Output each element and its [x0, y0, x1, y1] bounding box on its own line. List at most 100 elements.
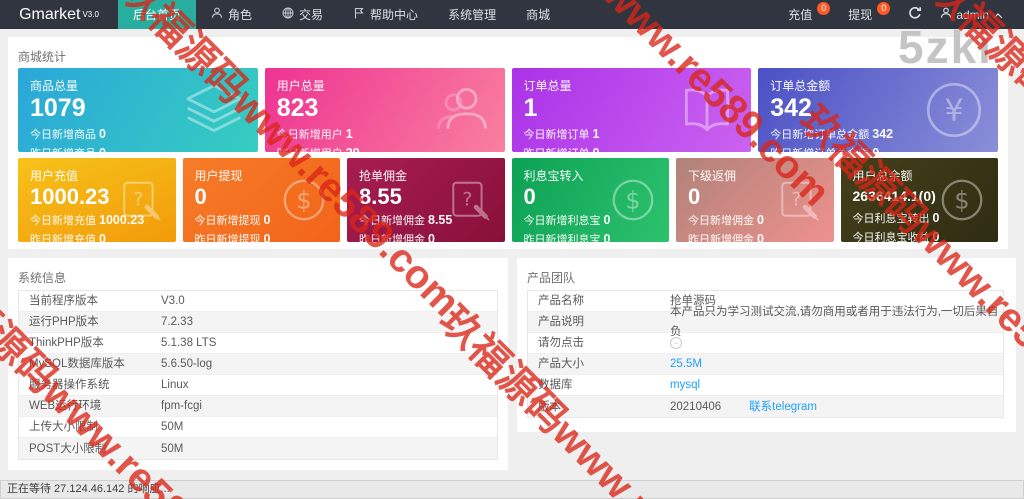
section-title-product-team: 产品团队 — [527, 271, 576, 285]
svg-text:¥: ¥ — [944, 94, 963, 129]
stats-row-1: 商品总量 1079 今日新增商品0 昨日新增商品0 用户总量 823 今日新增用… — [18, 68, 998, 152]
info-label: 产品说明 — [538, 316, 584, 328]
nav-item-label: 角色 — [228, 8, 253, 22]
withdraw-button[interactable]: 提现 0 — [839, 0, 899, 29]
navbar-right: 充值 0 提现 0 admin — [779, 0, 1024, 29]
circle-minus-icon[interactable]: − — [670, 336, 682, 349]
info-label: 数据库 — [538, 379, 573, 391]
card-line-value: 0 — [757, 232, 764, 242]
table-row: 版本 20210406 联系telegram — [528, 396, 1003, 417]
table-row: 运行PHP版本 7.2.33 — [19, 312, 497, 333]
book-icon — [677, 80, 737, 140]
system-info-table: 当前程序版本 V3.0 运行PHP版本 7.2.33 ThinkPHP版本 5.1.3… — [18, 290, 498, 460]
refresh-icon — [908, 6, 922, 23]
info-value: 20210406 联系telegram — [670, 397, 1003, 417]
card-line-label: 昨日新增商品 — [30, 148, 96, 153]
card-line-label: 昨日新增订单 — [524, 148, 590, 153]
card-line-label: 昨日新增佣金 — [359, 234, 425, 242]
stat-card-user-withdraw: 用户提现 0 今日新增提现 0 昨日新增提现 0 $ — [182, 158, 340, 242]
browser-status-bar: 正在等待 27.124.46.142 的响应... — [0, 480, 1024, 499]
info-label: MySQL数据库版本 — [29, 358, 125, 370]
database-link[interactable]: mysql — [670, 375, 1003, 395]
stat-card-user-total-balance: 用户总余额 2636414.1(0) 今日利息宝转出 0 今日利息宝收益 0 $ — [840, 158, 998, 242]
table-row: 产品说明 本产品只为学习测试交流,请勿商用或者用于违法行为,一切后果自负 — [528, 306, 1003, 338]
dollar-circle-icon: $ — [611, 178, 655, 222]
nav-item-trade[interactable]: 交易 — [267, 0, 338, 29]
nav-item-dashboard[interactable]: 后台首页 — [118, 0, 197, 29]
user-menu[interactable]: admin — [931, 0, 1012, 29]
info-value: fpm-fcgi — [161, 400, 202, 412]
yen-circle-icon: ¥ — [924, 80, 984, 140]
nav-item-label: 系统管理 — [448, 8, 497, 22]
product-size-link[interactable]: 25.5M — [670, 354, 1003, 374]
card-line-label: 昨日新增充值 — [30, 234, 96, 242]
info-value: 5.1.38 LTS — [161, 337, 217, 349]
card-line-value: 0 — [603, 213, 611, 228]
card-line-label: 昨日新增利息宝 — [523, 234, 601, 242]
card-line-value: 0 — [99, 126, 106, 141]
card-line-label: 今日新增商品 — [30, 128, 96, 141]
username-label: admin — [956, 7, 989, 22]
card-line-value: 0 — [603, 232, 611, 242]
card-line-label: 昨日新增提现 — [194, 234, 261, 242]
table-row: 服务器操作系统 Linux — [19, 375, 497, 396]
card-line-value: 0 — [263, 213, 271, 228]
user-icon — [211, 7, 223, 22]
stat-card-interest-treasure-in: 利息宝转入 0 今日新增利息宝 0 昨日新增利息宝 0 $ — [511, 158, 669, 242]
info-label: 版本 — [538, 400, 561, 413]
table-row: 当前程序版本 V3.0 — [19, 291, 497, 312]
recharge-label: 充值 — [788, 8, 813, 22]
stat-card-goods-total: 商品总量 1079 今日新增商品0 昨日新增商品0 — [18, 68, 258, 152]
info-value: 50M — [161, 442, 184, 455]
stat-card-orders-total: 订单总量 1 今日新增订单1 昨日新增订单0 — [511, 68, 752, 153]
svg-text:$: $ — [296, 186, 311, 214]
info-label: 运行PHP版本 — [29, 316, 99, 328]
nav-item-help-center[interactable]: 帮助中心 — [338, 0, 433, 29]
system-info-panel: 系统信息 当前程序版本 V3.0 运行PHP版本 7.2.33 ThinkPHP版本… — [8, 258, 508, 470]
dollar-circle-icon: $ — [940, 178, 984, 222]
question-note-icon: ? — [118, 178, 162, 222]
card-line-label: 今日利息宝收益 — [852, 232, 930, 242]
nav-item-mall[interactable]: 商城 — [511, 0, 565, 29]
card-line-label: 今日新增佣金 — [688, 215, 754, 228]
svg-text:?: ? — [791, 190, 801, 211]
info-label: ThinkPHP版本 — [29, 337, 104, 349]
product-team-panel: 产品团队 产品名称 抢单源码 产品说明 本产品只为学习测试交流,请勿商用或者用于违法… — [517, 258, 1016, 432]
card-line-value: 0 — [872, 146, 879, 153]
card-line-label: 今日新增充值 — [30, 215, 96, 228]
info-label: 产品大小 — [538, 358, 584, 370]
table-row: MySQL数据库版本 5.6.50-log — [19, 354, 497, 375]
table-row: POST大小限制 50M — [19, 438, 497, 459]
stat-card-order-amount-total: 订单总金额 342 今日新增订单总金额342 昨日新增订单总金额0 ¥ — [758, 68, 998, 152]
table-row: 产品大小 25.5M — [528, 354, 1003, 375]
card-line-value: 342 — [872, 126, 894, 141]
card-line-value: 0 — [757, 213, 764, 228]
card-line-label: 今日新增利息宝 — [523, 215, 601, 228]
info-label: 当前程序版本 — [29, 295, 98, 307]
info-value: 7.2.33 — [161, 316, 193, 328]
nav-item-system-management[interactable]: 系统管理 — [433, 0, 511, 29]
users-icon — [431, 80, 491, 140]
app-logo-text: Gmarket — [19, 5, 81, 23]
card-line-value: 0 — [932, 211, 940, 226]
card-line-value: 1 — [592, 126, 600, 141]
nav-item-roles[interactable]: 角色 — [196, 0, 267, 29]
info-value: Linux — [161, 379, 189, 391]
stat-card-order-commission: 抢单佣金 8.55 今日新增佣金 8.55 昨日新增佣金 0 ? — [347, 158, 505, 242]
dollar-circle-icon: $ — [282, 178, 326, 222]
table-row: WEB运行环境 fpm-fcgi — [19, 396, 497, 417]
card-line-value: 1 — [345, 126, 353, 141]
question-note-icon: ? — [776, 178, 820, 222]
info-value: 5.6.50-log — [161, 358, 213, 370]
flag-icon — [353, 7, 365, 22]
svg-text:?: ? — [133, 190, 143, 211]
card-line-label: 今日新增用户 — [276, 128, 343, 141]
info-value: − — [670, 333, 1003, 353]
nav-item-label: 交易 — [299, 8, 324, 22]
recharge-button[interactable]: 充值 0 — [779, 0, 839, 29]
withdraw-label: 提现 — [848, 8, 873, 22]
stat-card-subordinate-rebate: 下级返佣 0 今日新增佣金 0 昨日新增佣金 0 ? — [676, 158, 834, 242]
card-line-value: 0 — [593, 146, 600, 153]
telegram-link[interactable]: 联系telegram — [749, 401, 817, 413]
refresh-button[interactable] — [899, 0, 931, 29]
